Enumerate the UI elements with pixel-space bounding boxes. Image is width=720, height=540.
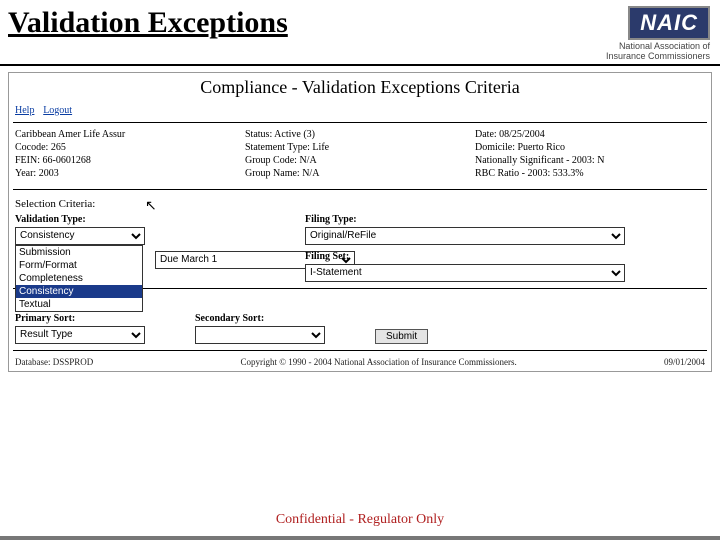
filing-set-label: Filing Set: (305, 251, 675, 262)
naic-logo: NAIC (628, 6, 710, 40)
filing-type-label: Filing Type: (305, 214, 675, 225)
divider (13, 189, 707, 190)
validation-type-options: Submission Form/Format Completeness Cons… (15, 245, 143, 312)
primary-sort-select[interactable]: Result Type (15, 326, 145, 344)
filing-set-select[interactable]: I-Statement (305, 264, 625, 282)
footer-date: 09/01/2004 (664, 357, 705, 367)
copyright: Copyright © 1990 - 2004 National Associa… (240, 357, 516, 367)
option-form-format[interactable]: Form/Format (16, 259, 142, 272)
naic-logo-subtitle: National Association of Insurance Commis… (606, 42, 710, 62)
database-label: Database: DSSPROD (15, 357, 93, 367)
option-submission[interactable]: Submission (16, 246, 142, 259)
logout-link[interactable]: Logout (43, 105, 72, 116)
company-info: Caribbean Amer Life Assur Cocode: 265 FE… (9, 125, 711, 187)
primary-sort-label: Primary Sort: (15, 313, 165, 324)
app-window: Compliance - Validation Exceptions Crite… (8, 72, 712, 372)
bottom-bar (0, 536, 720, 540)
status: Status: Active (3) (245, 129, 475, 140)
statement-type: Statement Type: Life (245, 142, 475, 153)
year: Year: 2003 (15, 168, 245, 179)
option-consistency[interactable]: Consistency (16, 285, 142, 298)
submit-button[interactable]: Submit (375, 329, 428, 344)
validation-type-label: Validation Type: (15, 214, 275, 225)
cocode: Cocode: 265 (15, 142, 245, 153)
option-completeness[interactable]: Completeness (16, 272, 142, 285)
filing-type-select[interactable]: Original/ReFile (305, 227, 625, 245)
rbc-ratio: RBC Ratio - 2003: 533.3% (475, 168, 705, 179)
top-links: Help Logout (9, 104, 711, 120)
validation-type-select[interactable]: Consistency (15, 227, 145, 245)
secondary-sort-label: Secondary Sort: (195, 313, 345, 324)
group-code: Group Code: N/A (245, 155, 475, 166)
date: Date: 08/25/2004 (475, 129, 705, 140)
confidential-footer: Confidential - Regulator Only (0, 512, 720, 528)
selection-criteria-label: Selection Criteria: (9, 192, 711, 212)
divider (13, 122, 707, 123)
group-name: Group Name: N/A (245, 168, 475, 179)
slide-header: Validation Exceptions NAIC National Asso… (0, 0, 720, 66)
divider (13, 350, 707, 351)
app-footer: Database: DSSPROD Copyright © 1990 - 200… (9, 353, 711, 371)
naic-logo-block: NAIC National Association of Insurance C… (606, 6, 710, 62)
app-title: Compliance - Validation Exceptions Crite… (9, 73, 711, 104)
secondary-sort-select[interactable] (195, 326, 325, 344)
help-link[interactable]: Help (15, 105, 34, 116)
slide-title: Validation Exceptions (8, 6, 288, 40)
company-name: Caribbean Amer Life Assur (15, 129, 245, 140)
domicile: Domicile: Puerto Rico (475, 142, 705, 153)
nationally-significant: Nationally Significant - 2003: N (475, 155, 705, 166)
option-textual[interactable]: Textual (16, 298, 142, 311)
fein: FEIN: 66-0601268 (15, 155, 245, 166)
